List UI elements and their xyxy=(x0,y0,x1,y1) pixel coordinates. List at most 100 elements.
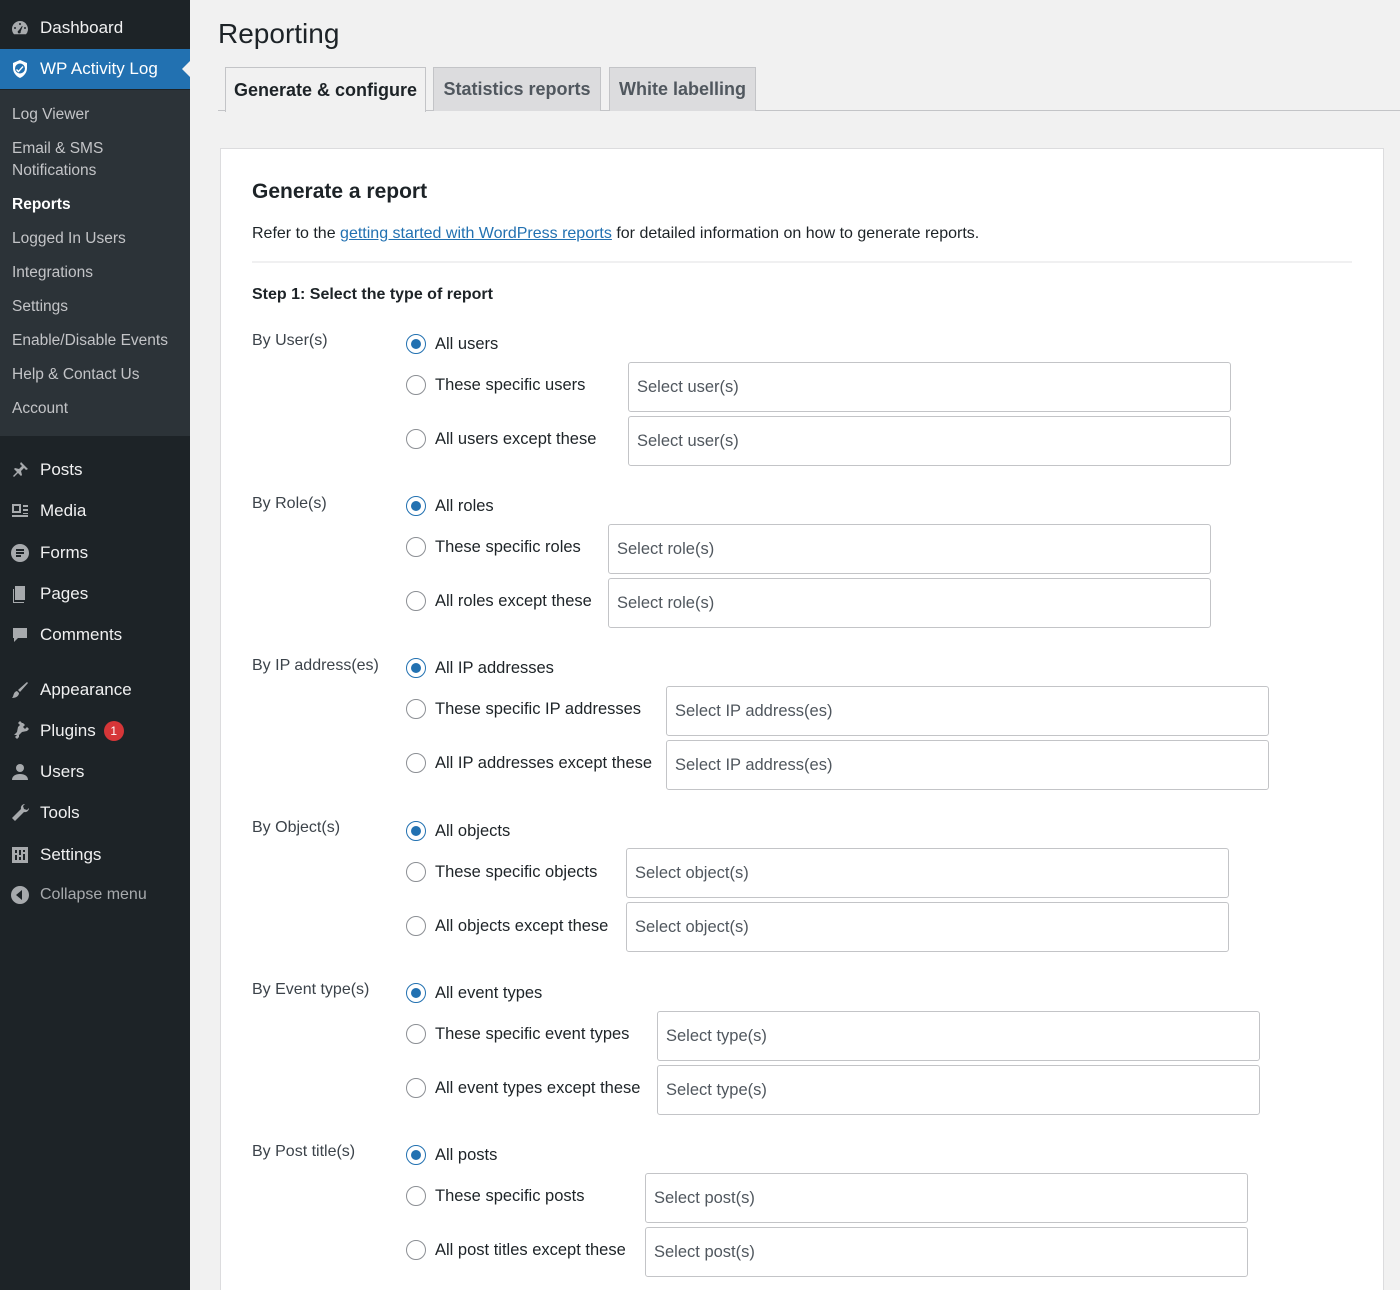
radio-all-ips[interactable]: All IP addresses xyxy=(406,658,554,678)
intro-text-before: Refer to the xyxy=(252,225,341,242)
menu-plugins[interactable]: Plugins 1 xyxy=(0,711,190,751)
radio-indicator[interactable] xyxy=(406,1240,426,1260)
radio-post-titles-except[interactable]: All post titles except these xyxy=(406,1240,626,1260)
radio-specific-roles[interactable]: These specific roles xyxy=(406,537,581,557)
menu-users[interactable]: Users xyxy=(0,752,190,792)
radio-label: All IP addresses xyxy=(435,658,554,677)
radio-all-roles[interactable]: All roles xyxy=(406,496,494,516)
menu-comments-label: Comments xyxy=(40,625,123,644)
group-label-event-types: By Event type(s) xyxy=(252,981,370,998)
radio-specific-objects[interactable]: These specific objects xyxy=(406,862,597,882)
tab-generate-configure[interactable]: Generate & configure xyxy=(225,67,426,112)
specific-ips-select[interactable]: Select IP address(es) xyxy=(666,686,1269,736)
page-title: Reporting xyxy=(218,18,340,49)
menu-posts[interactable]: Posts xyxy=(0,450,190,490)
radio-indicator[interactable] xyxy=(406,375,426,395)
radio-roles-except[interactable]: All roles except these xyxy=(406,591,592,611)
except-roles-select[interactable]: Select role(s) xyxy=(608,578,1211,628)
except-event-types-select[interactable]: Select type(s) xyxy=(657,1065,1260,1115)
specific-users-select[interactable]: Select user(s) xyxy=(628,362,1231,412)
group-label-objects: By Object(s) xyxy=(252,819,341,836)
menu-pages-label: Pages xyxy=(40,584,89,603)
submenu-enable-disable-events[interactable]: Enable/Disable Events xyxy=(12,330,168,352)
tab-white-labelling[interactable]: White labelling xyxy=(609,67,756,111)
radio-indicator[interactable] xyxy=(406,699,426,719)
radio-all-posts[interactable]: All posts xyxy=(406,1145,497,1165)
specific-posts-select[interactable]: Select post(s) xyxy=(645,1173,1248,1223)
radio-indicator[interactable] xyxy=(406,1186,426,1206)
submenu-reports[interactable]: Reports xyxy=(12,194,71,216)
radio-users-except[interactable]: All users except these xyxy=(406,429,596,449)
radio-indicator[interactable] xyxy=(406,429,426,449)
forms-icon xyxy=(0,543,40,563)
submenu-integrations[interactable]: Integrations xyxy=(12,262,93,284)
user-icon xyxy=(0,762,40,782)
getting-started-link[interactable]: getting started with WordPress reports xyxy=(340,225,612,242)
submenu-account[interactable]: Account xyxy=(12,398,68,420)
radio-indicator[interactable] xyxy=(406,496,426,516)
menu-forms[interactable]: Forms xyxy=(0,533,190,573)
menu-appearance-label: Appearance xyxy=(40,680,132,699)
radio-specific-users[interactable]: These specific users xyxy=(406,375,585,395)
menu-settings[interactable]: Settings xyxy=(0,835,190,875)
except-ips-select[interactable]: Select IP address(es) xyxy=(666,740,1269,790)
menu-wp-activity-log[interactable]: WP Activity Log xyxy=(0,49,190,89)
radio-indicator[interactable] xyxy=(406,753,426,773)
group-label-users: By User(s) xyxy=(252,332,328,349)
submenu-logged-in-users[interactable]: Logged In Users xyxy=(12,228,126,250)
menu-users-label: Users xyxy=(40,762,85,781)
radio-indicator[interactable] xyxy=(406,862,426,882)
menu-tools-label: Tools xyxy=(40,803,80,822)
radio-indicator[interactable] xyxy=(406,591,426,611)
tab-statistics-reports[interactable]: Statistics reports xyxy=(433,67,601,111)
radio-indicator[interactable] xyxy=(406,1024,426,1044)
menu-pages[interactable]: Pages xyxy=(0,574,190,614)
menu-plugins-label: Plugins xyxy=(40,721,96,740)
radio-label: These specific users xyxy=(435,375,586,394)
specific-objects-select[interactable]: Select object(s) xyxy=(626,848,1229,898)
menu-dashboard[interactable]: Dashboard xyxy=(0,8,190,48)
radio-indicator[interactable] xyxy=(406,334,426,354)
menu-dashboard-label: Dashboard xyxy=(40,18,124,37)
radio-label: All objects except these xyxy=(435,916,609,935)
radio-indicator[interactable] xyxy=(406,983,426,1003)
radio-label: These specific posts xyxy=(435,1186,585,1205)
radio-label: All posts xyxy=(435,1145,498,1164)
menu-media[interactable]: Media xyxy=(0,491,190,531)
submenu-settings[interactable]: Settings xyxy=(12,296,68,318)
except-objects-select[interactable]: Select object(s) xyxy=(626,902,1229,952)
settings-icon xyxy=(0,845,40,865)
radio-label: These specific IP addresses xyxy=(435,699,642,718)
submenu-email-sms-notifications[interactable]: Email & SMS Notifications xyxy=(12,138,103,182)
radio-ips-except[interactable]: All IP addresses except these xyxy=(406,753,652,773)
radio-indicator[interactable] xyxy=(406,537,426,557)
radio-indicator[interactable] xyxy=(406,916,426,936)
radio-specific-event-types[interactable]: These specific event types xyxy=(406,1024,629,1044)
menu-media-label: Media xyxy=(40,501,87,520)
radio-indicator[interactable] xyxy=(406,658,426,678)
radio-event-types-except[interactable]: All event types except these xyxy=(406,1078,640,1098)
collapse-arrow-icon xyxy=(0,885,40,905)
collapse-menu-button[interactable]: Collapse menu xyxy=(0,875,190,915)
radio-specific-ips[interactable]: These specific IP addresses xyxy=(406,699,641,719)
menu-comments[interactable]: Comments xyxy=(0,615,190,655)
radio-all-objects[interactable]: All objects xyxy=(406,821,510,841)
radio-objects-except[interactable]: All objects except these xyxy=(406,916,608,936)
submenu-help-contact[interactable]: Help & Contact Us xyxy=(12,364,140,386)
except-users-select[interactable]: Select user(s) xyxy=(628,416,1231,466)
radio-indicator[interactable] xyxy=(406,821,426,841)
radio-all-event-types[interactable]: All event types xyxy=(406,983,542,1003)
specific-event-types-select[interactable]: Select type(s) xyxy=(657,1011,1260,1061)
menu-appearance[interactable]: Appearance xyxy=(0,670,190,710)
comment-icon xyxy=(0,625,40,645)
pin-icon xyxy=(0,460,40,480)
submenu-log-viewer[interactable]: Log Viewer xyxy=(12,104,89,126)
except-posts-select[interactable]: Select post(s) xyxy=(645,1227,1248,1277)
radio-indicator[interactable] xyxy=(406,1078,426,1098)
specific-roles-select[interactable]: Select role(s) xyxy=(608,524,1211,574)
radio-indicator[interactable] xyxy=(406,1145,426,1165)
brush-icon xyxy=(0,680,40,700)
radio-specific-posts[interactable]: These specific posts xyxy=(406,1186,584,1206)
radio-all-users[interactable]: All users xyxy=(406,334,498,354)
menu-tools[interactable]: Tools xyxy=(0,793,190,833)
